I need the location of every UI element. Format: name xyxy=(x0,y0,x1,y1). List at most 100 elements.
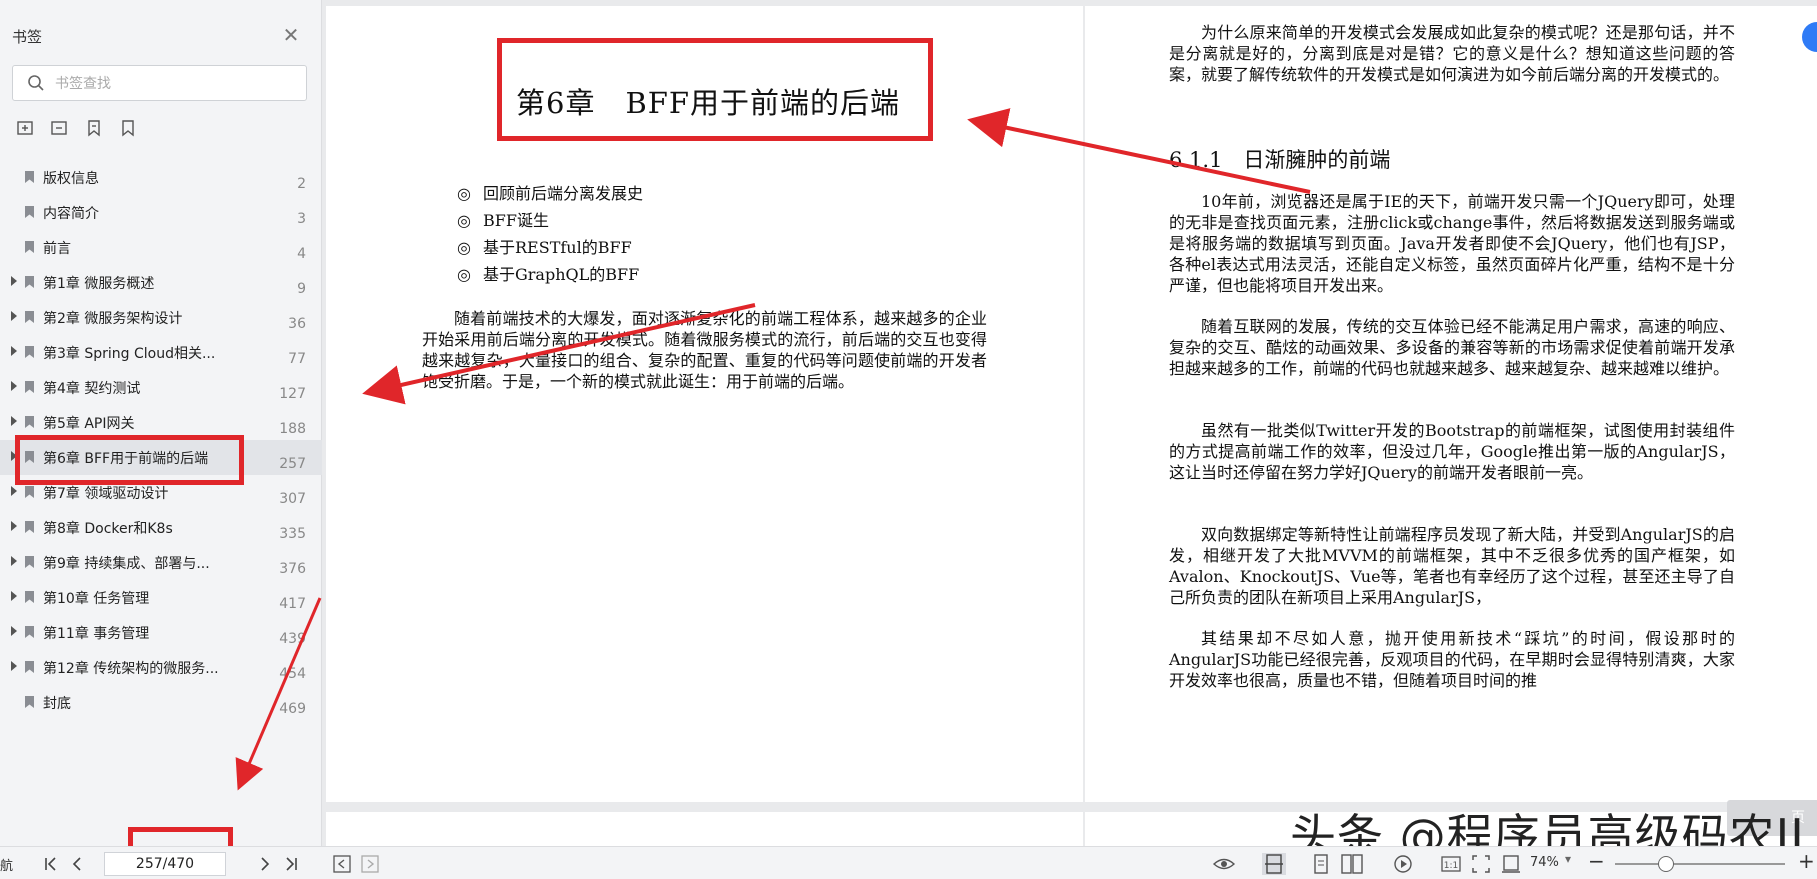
bookmark-sidebar: 书签 ✕ 书签查找 版权信息 2 内容简介 3 前言 4 第1章 微服务概述 9… xyxy=(0,0,322,846)
expand-arrow-icon[interactable] xyxy=(11,626,17,636)
bookmark-icon xyxy=(25,206,34,218)
bookmark-item[interactable]: 第4章 契约测试 127 xyxy=(0,370,322,405)
collapse-all-icon[interactable] xyxy=(50,118,70,138)
continuous-view-icon[interactable] xyxy=(1312,853,1330,875)
bookmark-item[interactable]: 第10章 任务管理 417 xyxy=(0,580,322,615)
chevron-down-icon[interactable]: ▾ xyxy=(1565,852,1571,874)
bookmark-label: 第3章 Spring Cloud相关... xyxy=(43,346,216,362)
bookmark-item[interactable]: 第8章 Docker和K8s 335 xyxy=(0,510,322,545)
outline-text: 回顾前后端分离发展史 xyxy=(483,184,644,203)
last-page-icon[interactable] xyxy=(282,853,300,875)
annotation-box-bookmark xyxy=(15,435,244,485)
single-page-view-icon[interactable] xyxy=(1262,853,1286,875)
body-paragraph: 10年前，浏览器还是属于IE的天下，前端开发只需一个JQuery即可，处理的无非… xyxy=(1169,192,1735,295)
bookmark-page-number: 469 xyxy=(279,701,306,717)
expand-arrow-icon[interactable] xyxy=(11,661,17,671)
bookmark-item[interactable]: 第12章 传统架构的微服务... 454 xyxy=(0,650,322,685)
bookmark-label: 第4章 契约测试 xyxy=(43,381,141,397)
bookmark-item[interactable]: 前言 4 xyxy=(0,230,322,265)
bookmark-item[interactable]: 封底 469 xyxy=(0,685,322,720)
outline-item: ◎ 基于GraphQL的BFF xyxy=(457,261,643,288)
bookmark-icon xyxy=(25,486,34,498)
expand-arrow-icon[interactable] xyxy=(11,276,17,286)
bookmark-item[interactable]: 版权信息 2 xyxy=(0,160,322,195)
expand-all-icon[interactable] xyxy=(16,118,36,138)
bookmark-label: 第7章 领域驱动设计 xyxy=(43,486,169,502)
intro-paragraph: 随着前端技术的大爆发，面对逐渐复杂化的前端工程体系，越来越多的企业开始采用前后端… xyxy=(422,309,987,391)
bookmark-label: 封底 xyxy=(43,696,71,712)
next-page-left-edge xyxy=(326,812,1083,846)
bookmark-icon xyxy=(25,591,34,603)
two-page-view-icon[interactable] xyxy=(1340,853,1364,875)
expand-arrow-icon[interactable] xyxy=(11,416,17,426)
expand-arrow-icon[interactable] xyxy=(11,381,17,391)
play-icon[interactable] xyxy=(1392,853,1414,875)
expand-arrow-icon[interactable] xyxy=(11,556,17,566)
sidebar-title: 书签 xyxy=(12,28,43,46)
bookmark-icon xyxy=(25,626,34,638)
bookmark-icon xyxy=(25,346,34,358)
expand-arrow-icon[interactable] xyxy=(11,311,17,321)
forward-icon[interactable] xyxy=(360,853,380,875)
bookmark-label: 第5章 API网关 xyxy=(43,416,135,432)
bookmark-label: 第8章 Docker和K8s xyxy=(43,521,173,537)
bookmark-item[interactable]: 第9章 持续集成、部署与... 376 xyxy=(0,545,322,580)
body-paragraph: 虽然有一批类似Twitter开发的Bootstrap的前端框架，试图使用封装组件… xyxy=(1169,421,1735,482)
zoom-slider-knob[interactable] xyxy=(1658,856,1674,872)
bookmark-page-number: 127 xyxy=(279,386,306,402)
bookmark-item[interactable]: 第1章 微服务概述 9 xyxy=(0,265,322,300)
section-heading: 6.1.1 日渐臃肿的前端 xyxy=(1169,148,1391,172)
first-page-icon[interactable] xyxy=(42,853,60,875)
bookmark-label: 第1章 微服务概述 xyxy=(43,276,155,292)
zoom-out-icon[interactable]: − xyxy=(1588,849,1605,873)
outline-item: ◎ BFF诞生 xyxy=(457,207,643,234)
expand-arrow-icon[interactable] xyxy=(11,346,17,356)
zoom-slider-track[interactable] xyxy=(1615,863,1785,865)
fit-page-icon[interactable] xyxy=(1470,853,1492,875)
bottom-toolbar: 航 257/470 1:1 74% ▾ − + xyxy=(0,846,1817,879)
bookmark-page-number: 454 xyxy=(279,666,306,682)
bookmark-item[interactable]: 第2章 微服务架构设计 36 xyxy=(0,300,322,335)
document-page-right: 为什么原来简单的开发模式会发展成如此复杂的模式呢？还是那句话，并不是分离就是好的… xyxy=(1085,6,1817,802)
bullet-icon: ◎ xyxy=(457,211,471,230)
page-number-input[interactable]: 257/470 xyxy=(104,852,226,876)
close-icon[interactable]: ✕ xyxy=(280,24,302,46)
bookmark-icon xyxy=(25,241,34,253)
bookmark-page-number: 77 xyxy=(288,351,306,367)
expand-arrow-icon[interactable] xyxy=(11,591,17,601)
svg-text:1:1: 1:1 xyxy=(1444,861,1458,871)
body-paragraph: 其结果却不尽如人意，抛开使用新技术“踩坑”的时间，假设那时的AngularJS功… xyxy=(1169,629,1735,690)
bookmark-item[interactable]: 内容简介 3 xyxy=(0,195,322,230)
bullet-icon: ◎ xyxy=(457,265,471,284)
next-page-icon[interactable] xyxy=(258,853,272,875)
expand-arrow-icon[interactable] xyxy=(11,521,17,531)
bookmark-page-number: 257 xyxy=(279,456,306,472)
outline-item: ◎ 基于RESTful的BFF xyxy=(457,234,643,261)
bookmark-icon[interactable] xyxy=(118,118,138,138)
bullet-icon: ◎ xyxy=(457,238,471,257)
actual-size-icon[interactable]: 1:1 xyxy=(1440,853,1462,875)
expand-arrow-icon[interactable] xyxy=(11,486,17,496)
nav-tab-label[interactable]: 航 xyxy=(0,855,13,877)
sidebar-header: 书签 ✕ xyxy=(0,18,322,54)
search-icon xyxy=(28,75,44,91)
body-paragraph: 为什么原来简单的开发模式会发展成如此复杂的模式呢？还是那句话，并不是分离就是好的… xyxy=(1169,23,1735,84)
back-icon[interactable] xyxy=(332,853,352,875)
eye-protect-icon[interactable] xyxy=(1212,853,1236,875)
zoom-in-icon[interactable]: + xyxy=(1798,849,1815,873)
zoom-level-select[interactable]: 74% xyxy=(1530,855,1559,870)
bookmark-item[interactable]: 第11章 事务管理 439 xyxy=(0,615,322,650)
bookmark-icon xyxy=(25,381,34,393)
bookmark-toolbar xyxy=(16,118,138,142)
bookmark-search-box[interactable] xyxy=(12,65,307,101)
bookmark-page-number: 307 xyxy=(279,491,306,507)
bookmark-page-number: 3 xyxy=(297,211,306,227)
outline-text: 基于RESTful的BFF xyxy=(483,238,632,257)
bookmark-label: 第12章 传统架构的微服务... xyxy=(43,661,219,677)
bookmark-item[interactable]: 第3章 Spring Cloud相关... 77 xyxy=(0,335,322,370)
fit-width-icon[interactable] xyxy=(1500,853,1522,875)
add-bookmark-icon[interactable] xyxy=(84,118,104,138)
bookmark-search-input[interactable] xyxy=(55,73,295,95)
prev-page-icon[interactable] xyxy=(70,853,84,875)
bookmark-icon xyxy=(25,311,34,323)
